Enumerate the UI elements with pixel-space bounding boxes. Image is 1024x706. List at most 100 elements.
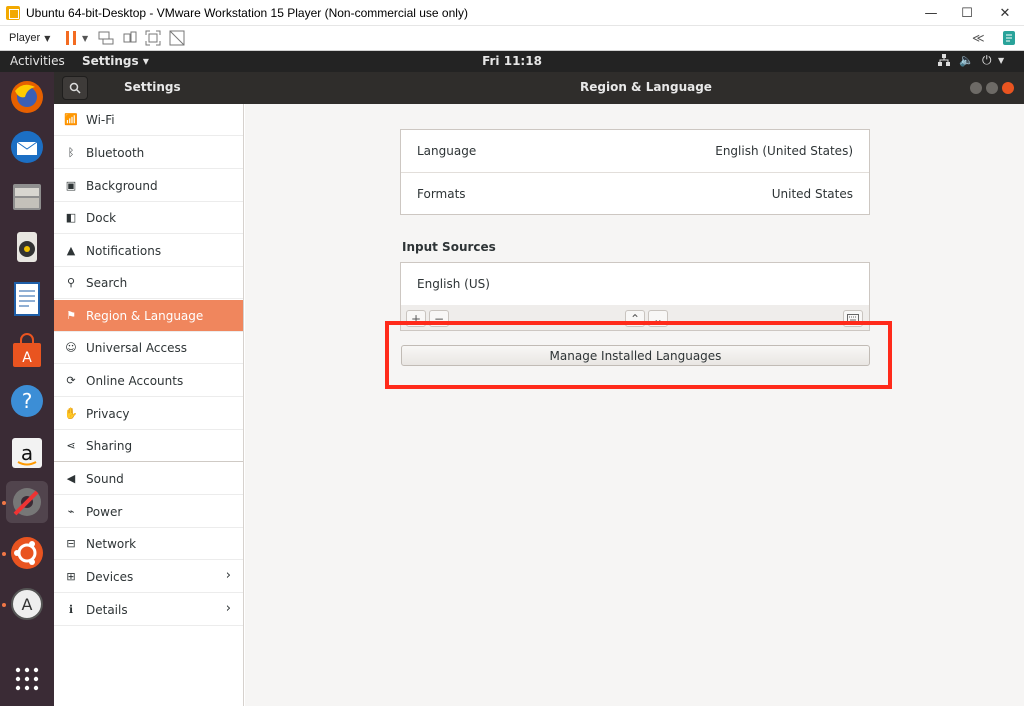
rhythmbox-launcher[interactable] xyxy=(6,226,48,268)
settings-headerbar: Settings Region & Language xyxy=(54,72,1024,104)
panel-title: Region & Language xyxy=(580,80,712,94)
online-accounts-icon: ⟳ xyxy=(66,374,76,387)
devices-icon: ⊞ xyxy=(66,570,76,583)
sidebar-item-devices[interactable]: ⊞ Devices › xyxy=(54,561,243,593)
amazon-icon: a xyxy=(12,438,42,468)
language-value: English (United States) xyxy=(715,144,853,158)
wifi-icon: 📶 xyxy=(64,113,78,126)
sidebar-item-wifi[interactable]: 📶 Wi-Fi xyxy=(54,104,243,136)
svg-text:A: A xyxy=(22,350,32,366)
search-button[interactable] xyxy=(62,76,88,100)
settings-icon xyxy=(13,488,41,516)
window-maximize-button[interactable] xyxy=(986,82,998,94)
sidebar-item-background[interactable]: ▣ Background xyxy=(54,170,243,202)
hand-icon: ✋ xyxy=(64,407,78,420)
input-source-row[interactable]: English (US) xyxy=(401,263,869,305)
network-icon: ⊟ xyxy=(66,537,76,550)
formats-row[interactable]: Formats United States xyxy=(401,173,869,215)
window-close-button[interactable] xyxy=(1002,82,1014,94)
settings-launcher[interactable] xyxy=(6,481,48,523)
sidebar-item-sound[interactable]: ◀ Sound xyxy=(54,463,243,495)
language-label: Language xyxy=(417,144,477,158)
libreoffice-writer-launcher[interactable] xyxy=(6,278,48,320)
files-launcher[interactable] xyxy=(6,175,48,217)
running-indicator xyxy=(2,603,6,607)
flag-icon: ⚑ xyxy=(66,309,76,322)
sidebar-item-notifications[interactable]: ▲ Notifications xyxy=(54,235,243,267)
language-row[interactable]: Language English (United States) xyxy=(401,130,869,172)
send-ctrl-alt-del-button[interactable] xyxy=(98,29,114,47)
firefox-launcher[interactable] xyxy=(6,76,48,118)
unity-icon xyxy=(169,30,185,46)
dock-icon: ◧ xyxy=(65,211,77,224)
accessibility-icon: ☺ xyxy=(65,341,77,354)
notes-button[interactable] xyxy=(1002,29,1016,47)
chevron-right-icon: › xyxy=(225,568,231,583)
sidebar-item-power[interactable]: ⌁ Power xyxy=(54,496,243,528)
thunderbird-icon xyxy=(11,131,43,163)
settings-sidebar: 📶 Wi-Fi ᛒ Bluetooth ▣ Background ◧ Dock ▲ Not… xyxy=(54,104,244,706)
collapse-toolbar-icon[interactable]: ≪ xyxy=(972,29,985,47)
pause-dropdown-icon[interactable]: ▼ xyxy=(82,29,88,47)
software-launcher[interactable]: A xyxy=(6,330,48,372)
system-menu-chevron-icon[interactable]: ▼ xyxy=(998,56,1004,65)
sidebar-item-online-accounts[interactable]: ⟳ Online Accounts xyxy=(54,365,243,397)
sidebar-item-universal-access[interactable]: ☺ Universal Access xyxy=(54,332,243,364)
help-icon: ? xyxy=(11,385,43,417)
close-window-button[interactable]: ✕ xyxy=(988,0,1022,26)
sidebar-item-search[interactable]: ⚲ Search xyxy=(54,267,243,299)
help-launcher[interactable]: ? xyxy=(6,380,48,422)
background-icon: ▣ xyxy=(65,179,77,192)
ubuntu-launcher[interactable] xyxy=(6,532,48,574)
devices-icon xyxy=(123,31,137,43)
amazon-launcher[interactable]: a xyxy=(6,432,48,474)
sidebar-item-sharing[interactable]: ⋖ Sharing xyxy=(54,430,243,462)
firefox-icon xyxy=(11,81,43,113)
highlight-annotation xyxy=(385,321,892,389)
sidebar-item-details[interactable]: ℹ Details › xyxy=(54,594,243,626)
power-icon[interactable]: ⏻ xyxy=(982,53,992,68)
shopping-bag-icon: A xyxy=(13,333,41,367)
sidebar-item-dock[interactable]: ◧ Dock xyxy=(54,202,243,234)
thunderbird-launcher[interactable] xyxy=(6,126,48,168)
sidebar-item-region-language[interactable]: ⚑ Region & Language xyxy=(54,300,243,332)
show-applications-button[interactable] xyxy=(6,658,48,700)
removable-devices-button[interactable] xyxy=(122,29,138,47)
input-source-label: English (US) xyxy=(417,277,490,291)
pause-icon xyxy=(66,31,76,45)
pause-button[interactable] xyxy=(66,29,76,47)
updater-icon: A xyxy=(11,588,43,620)
writer-icon xyxy=(14,282,40,316)
volume-icon[interactable]: 🔈 xyxy=(959,53,974,67)
chevron-right-icon: › xyxy=(225,601,231,616)
vmware-app-icon xyxy=(6,5,20,20)
sidebar-item-bluetooth[interactable]: ᛒ Bluetooth xyxy=(54,137,243,169)
minimize-button[interactable]: — xyxy=(914,0,948,26)
language-formats-frame: Language English (United States) Formats… xyxy=(400,129,870,215)
share-icon: ⋖ xyxy=(66,439,76,452)
sidebar-item-network[interactable]: ⊟ Network xyxy=(54,528,243,560)
sidebar-item-privacy[interactable]: ✋ Privacy xyxy=(54,398,243,430)
running-indicator xyxy=(2,501,6,505)
window-title: Ubuntu 64-bit-Desktop - VMware Workstati… xyxy=(26,5,468,20)
input-sources-title: Input Sources xyxy=(402,240,496,254)
fullscreen-icon xyxy=(145,30,161,46)
maximize-button[interactable]: ☐ xyxy=(950,0,984,26)
input-sources-frame: English (US) xyxy=(400,262,870,306)
bell-icon: ▲ xyxy=(66,244,76,257)
vmware-titlebar: Ubuntu 64-bit-Desktop - VMware Workstati… xyxy=(0,0,1024,26)
player-menu[interactable]: Player xyxy=(9,32,40,44)
ubuntu-icon xyxy=(11,537,43,569)
search-icon: ⚲ xyxy=(66,276,76,289)
power-plug-icon: ⌁ xyxy=(67,505,75,518)
software-updater-launcher[interactable]: A xyxy=(6,583,48,625)
running-indicator xyxy=(2,552,6,556)
bluetooth-icon: ᛒ xyxy=(67,146,75,159)
network-icon[interactable] xyxy=(937,53,951,70)
clock[interactable]: Fri 11:18 xyxy=(0,54,1024,68)
gnome-top-bar: Activities Settings ▾ Fri 11:18 🔈 ⏻ ▼ xyxy=(0,51,1024,72)
unity-button[interactable] xyxy=(169,29,185,47)
fullscreen-button[interactable] xyxy=(145,29,161,47)
files-icon xyxy=(13,184,41,210)
window-minimize-button[interactable] xyxy=(970,82,982,94)
